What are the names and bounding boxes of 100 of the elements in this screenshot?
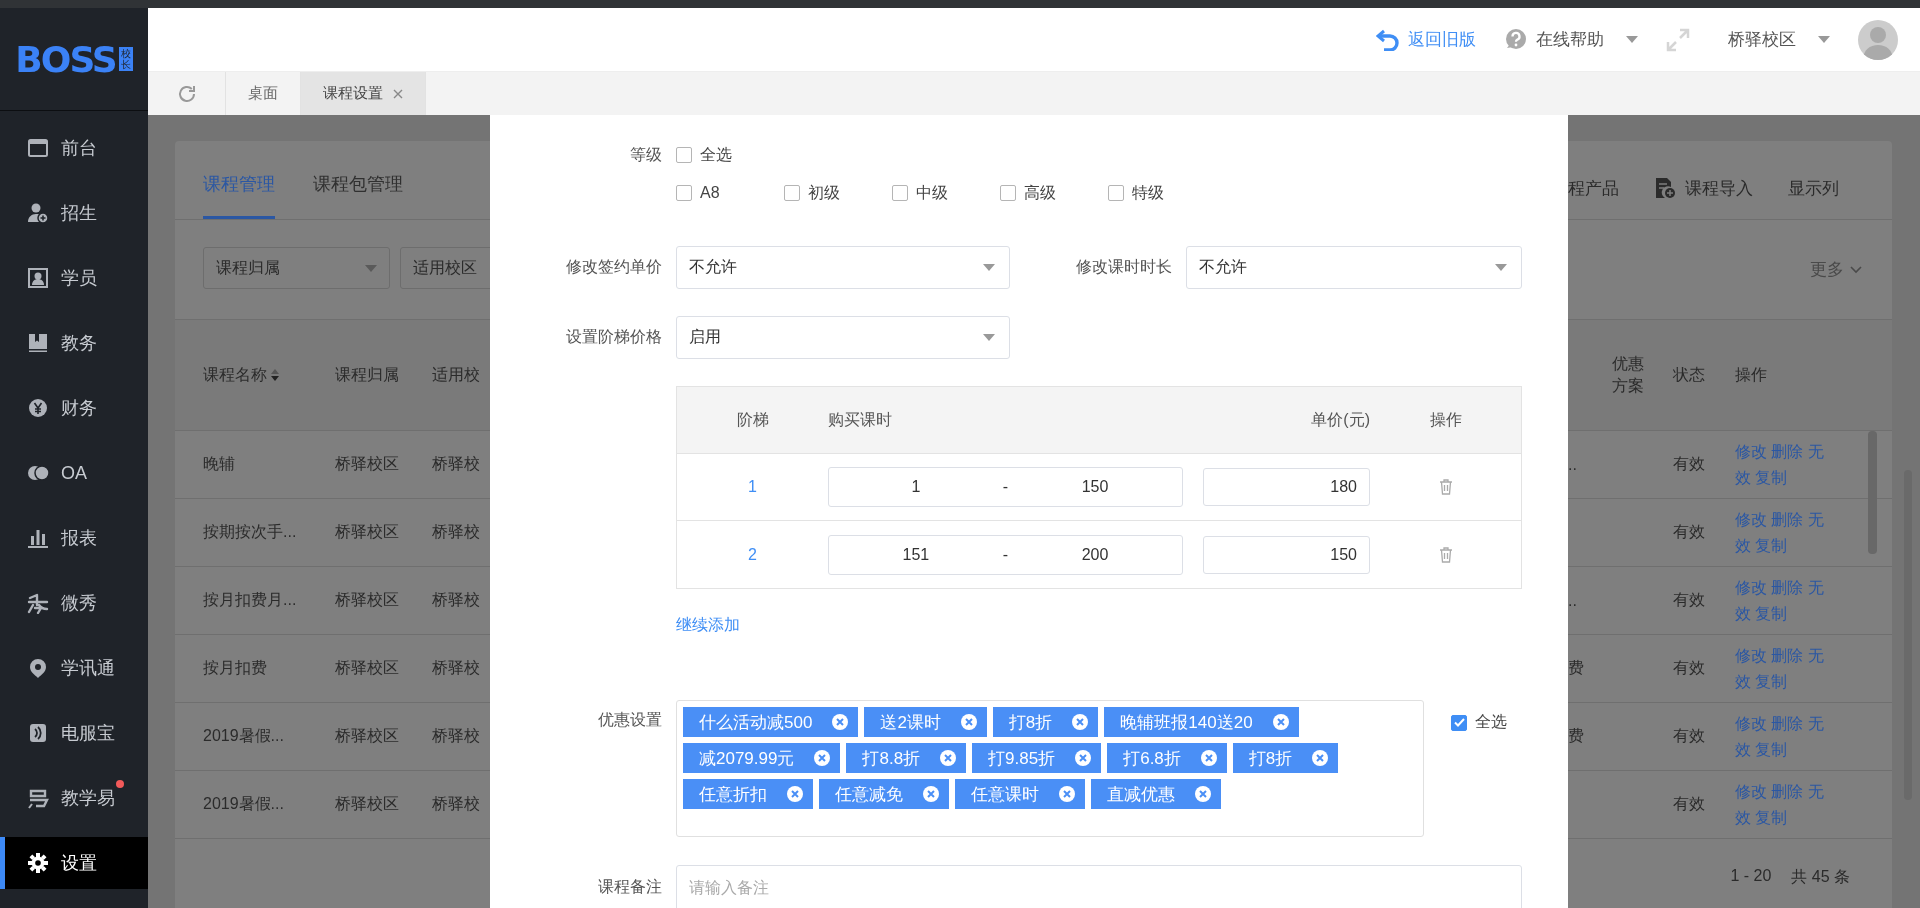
sidebar-item[interactable]: 财务 xyxy=(0,382,148,434)
sidebar-item[interactable]: 前台 xyxy=(0,122,148,174)
stairs-icon xyxy=(27,787,49,809)
remove-icon[interactable] xyxy=(1312,750,1329,766)
field-label: 修改签约单价 xyxy=(565,257,662,277)
field-label: 设置阶梯价格 xyxy=(565,327,662,347)
remove-icon[interactable] xyxy=(1200,750,1217,766)
field-label: 优惠设置 xyxy=(597,710,662,730)
checkbox[interactable] xyxy=(676,147,692,163)
help-icon xyxy=(1504,27,1528,52)
price-input[interactable]: 150 xyxy=(1203,535,1370,574)
sidebar-item[interactable]: 报表 xyxy=(0,512,148,564)
checkbox-label: 特级 xyxy=(1132,182,1164,203)
table-cell-text: 桥驿校区 xyxy=(335,590,400,610)
toolbar-item[interactable]: 程产品 xyxy=(1568,176,1619,200)
status-cell-text: 有效 xyxy=(1673,522,1706,542)
checkbox[interactable] xyxy=(1000,185,1016,201)
sort-icon[interactable] xyxy=(270,368,280,382)
price-input[interactable]: 180 xyxy=(1203,468,1370,506)
import-button[interactable]: 课程导入 xyxy=(1655,176,1753,200)
remove-icon[interactable] xyxy=(940,750,957,766)
remove-icon[interactable] xyxy=(1072,714,1089,730)
remove-icon[interactable] xyxy=(1195,786,1211,802)
status-cell-text: 有效 xyxy=(1673,590,1706,610)
sidebar-item[interactable]: OA xyxy=(0,447,148,499)
refresh-icon[interactable] xyxy=(176,83,197,104)
table-cell: 费 xyxy=(1568,727,1584,744)
total-count: 共 45 条 xyxy=(1791,867,1850,887)
sidebar-item[interactable]: 教务 xyxy=(0,317,148,369)
avatar[interactable] xyxy=(1858,19,1898,60)
caret-icon xyxy=(983,334,995,341)
checkbox[interactable] xyxy=(1451,714,1467,731)
table-cell: .. xyxy=(1568,591,1577,609)
select-field[interactable]: 不允许 xyxy=(676,246,1010,289)
page-tab[interactable]: 课程设置 xyxy=(301,72,426,115)
table-cell-text: 按期按次手... xyxy=(203,522,298,542)
checkbox[interactable] xyxy=(892,185,908,201)
table-cell-text: 按月扣费 xyxy=(203,658,268,678)
remove-icon[interactable] xyxy=(832,714,849,730)
caret-icon xyxy=(365,264,377,272)
sidebar-item[interactable]: 设置 xyxy=(0,837,148,889)
select-field[interactable]: 不允许 xyxy=(1186,246,1522,289)
table-cell-text: 桥驿校区 xyxy=(335,794,400,814)
column-header: 操作 xyxy=(1428,409,1463,430)
remove-icon[interactable] xyxy=(814,750,831,766)
trash-icon[interactable] xyxy=(1438,546,1453,563)
discount-tag: 送2课时 xyxy=(864,707,987,737)
remove-icon[interactable] xyxy=(1075,750,1092,766)
checkbox-label: 高级 xyxy=(1024,182,1056,203)
sidebar-item[interactable]: 微秀 xyxy=(0,577,148,629)
table-cell-text: 桥驿校区 xyxy=(335,454,400,474)
checkbox[interactable] xyxy=(676,185,692,201)
page-range: 1 - 20 xyxy=(1730,867,1772,886)
field-label: 等级 xyxy=(629,144,662,165)
range-input[interactable]: 151 - 200 xyxy=(828,534,1183,575)
table-cell-text: 桥驿校区 xyxy=(335,658,400,678)
checkbox[interactable] xyxy=(784,185,800,201)
column-header: 课程归属 xyxy=(335,364,399,385)
columns-button[interactable]: 显示列 xyxy=(1788,176,1839,200)
table-cell-text: 桥驿校 xyxy=(432,590,481,610)
caret-icon xyxy=(1818,36,1830,43)
table-cell-text: 桥驿校 xyxy=(432,658,481,678)
discount-tag: 打8.8折 xyxy=(846,743,967,773)
sidebar-item[interactable]: 学员 xyxy=(0,252,148,304)
table-cell-text: 桥驿校 xyxy=(432,726,481,746)
trash-icon[interactable] xyxy=(1438,479,1453,495)
remove-icon[interactable] xyxy=(960,714,977,730)
person-add-icon xyxy=(27,202,49,224)
column-header: 阶梯 xyxy=(735,409,770,430)
table-cell: 费 xyxy=(1568,659,1584,676)
field-label: 修改课时时长 xyxy=(1075,257,1172,277)
sidebar-item[interactable]: 电服宝 xyxy=(0,707,148,759)
table-cell-text: 晚辅 xyxy=(203,454,236,474)
campus-menu[interactable]: 桥驿校区 xyxy=(1728,28,1830,51)
sidebar-item[interactable]: 招生 xyxy=(0,187,148,239)
status-cell-text: 有效 xyxy=(1673,794,1706,814)
tier-index: 2 xyxy=(747,545,758,564)
filter-dropdown[interactable]: 课程归属 xyxy=(203,247,390,289)
sidebar-item[interactable]: 学讯通 xyxy=(0,642,148,694)
select-field[interactable]: 启用 xyxy=(676,316,1010,359)
field-label: 课程备注 xyxy=(597,877,662,897)
remove-icon[interactable] xyxy=(1059,786,1075,802)
checkbox-label: 中级 xyxy=(916,182,948,203)
sidebar-item[interactable]: 教学易 xyxy=(0,772,148,824)
help-menu[interactable]: 在线帮助 xyxy=(1504,27,1638,52)
table-cell-text: 桥驿校 xyxy=(432,794,481,814)
chevron-down-icon xyxy=(1850,265,1862,274)
range-input[interactable]: 1 - 150 xyxy=(828,467,1183,507)
discount-tag: 晚辅班报140送20 xyxy=(1104,707,1299,737)
remove-icon[interactable] xyxy=(1272,714,1289,730)
remove-icon[interactable] xyxy=(787,786,803,802)
close-icon[interactable] xyxy=(393,88,403,99)
table-cell-text: 按月扣费月... xyxy=(203,590,298,610)
checkbox[interactable] xyxy=(1108,185,1124,201)
discount-tag: 打9.85折 xyxy=(972,743,1102,773)
pin-icon xyxy=(27,657,49,679)
discount-tag: 什么活动减500 xyxy=(683,707,859,737)
remark-field[interactable]: 请输入备注 xyxy=(676,865,1522,908)
remove-icon[interactable] xyxy=(923,786,939,802)
table-cell: .. xyxy=(1568,455,1577,473)
